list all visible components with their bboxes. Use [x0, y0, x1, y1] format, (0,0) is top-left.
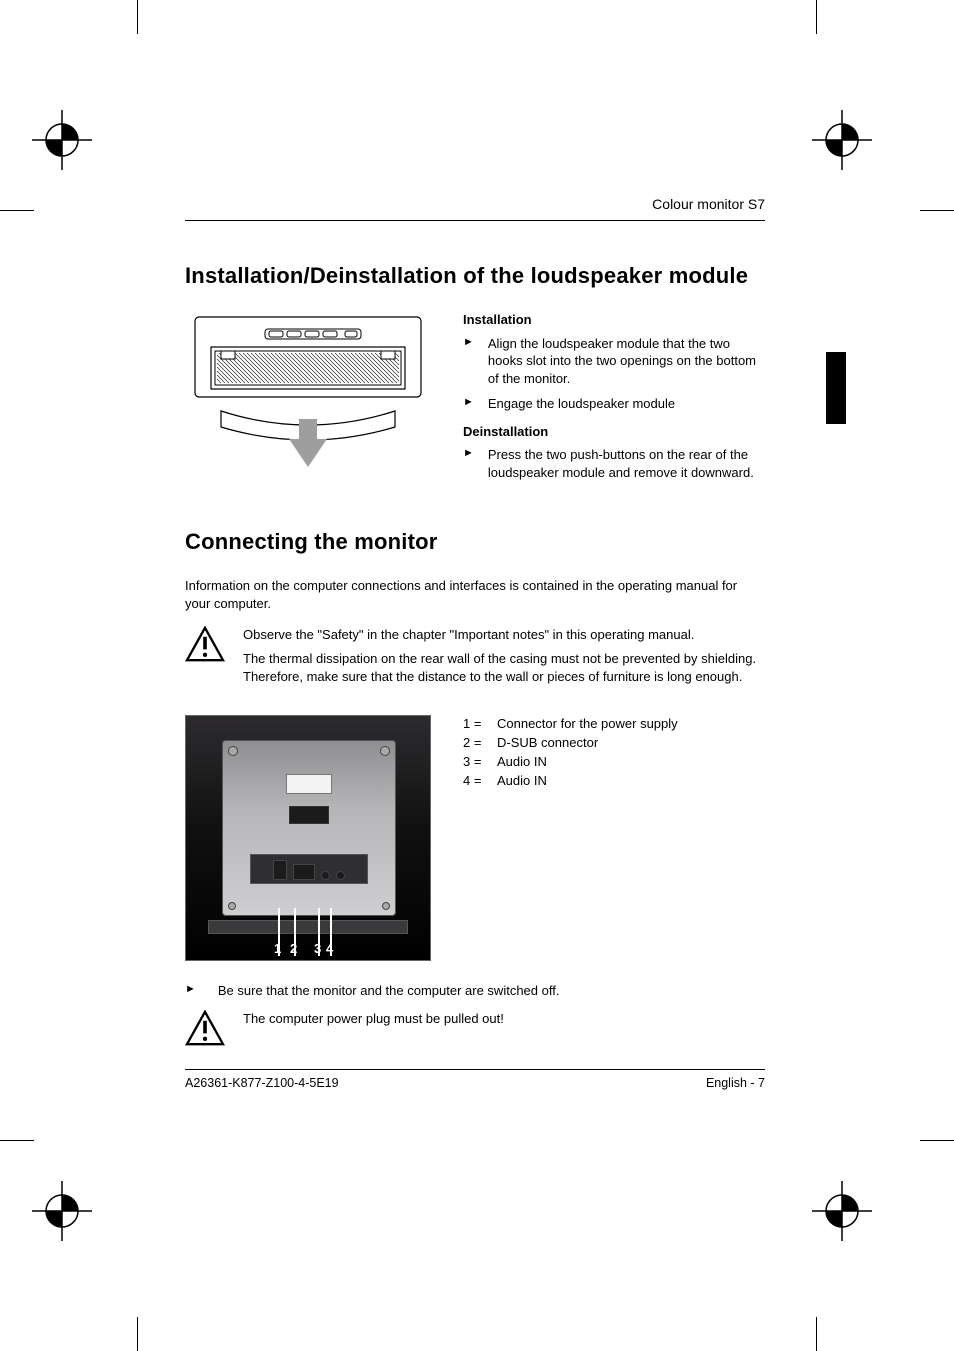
section-title-install: Installation/Deinstallation of the louds… [185, 263, 765, 289]
header-rule [185, 220, 765, 221]
crop-mark [0, 210, 34, 211]
section-title-connect: Connecting the monitor [185, 529, 765, 555]
caution-text-plug: The computer power plug must be pulled o… [243, 1010, 765, 1028]
connect-intro: Information on the computer connections … [185, 577, 765, 612]
step-switch-off: Be sure that the monitor and the compute… [218, 983, 765, 998]
step-marker-icon: ► [185, 983, 196, 995]
callout-2: 2 [290, 941, 297, 956]
footer-doc-number: A26361-K877-Z100-4-5E19 [185, 1076, 339, 1090]
legend-4: Audio IN [497, 772, 765, 791]
caution-icon [185, 1010, 225, 1051]
legend-1: Connector for the power supply [497, 715, 765, 734]
crop-mark [137, 1317, 138, 1351]
install-step-2: Engage the loudspeaker module [488, 395, 765, 413]
step-marker-icon: ► [463, 446, 474, 481]
registration-mark-icon [32, 1181, 92, 1241]
installation-heading: Installation [463, 311, 765, 329]
crop-mark [920, 1140, 954, 1141]
callout-4: 4 [326, 941, 333, 956]
crop-mark [0, 1140, 34, 1141]
registration-mark-icon [812, 1181, 872, 1241]
page-header-model: Colour monitor S7 [185, 196, 765, 212]
deinstall-step-1: Press the two push-buttons on the rear o… [488, 446, 765, 481]
footer-rule [185, 1069, 765, 1070]
caution-text-line1: Observe the "Safety" in the chapter "Imp… [243, 626, 765, 644]
registration-mark-icon [812, 110, 872, 170]
install-step-1: Align the loudspeaker module that the tw… [488, 335, 765, 388]
connector-legend: 1 =Connector for the power supply 2 =D-S… [463, 715, 765, 790]
loudspeaker-install-diagram [185, 311, 431, 476]
deinstallation-heading: Deinstallation [463, 423, 765, 441]
caution-text-line2: The thermal dissipation on the rear wall… [243, 650, 765, 686]
registration-mark-icon [32, 110, 92, 170]
footer-page-number: English - 7 [706, 1076, 765, 1090]
crop-mark [137, 0, 138, 34]
page-edge-tab [826, 352, 846, 424]
legend-2: D-SUB connector [497, 734, 765, 753]
crop-mark [920, 210, 954, 211]
legend-3: Audio IN [497, 753, 765, 772]
monitor-rear-photo: 1 2 3 4 [185, 715, 431, 961]
caution-icon [185, 626, 225, 667]
callout-3: 3 [314, 941, 321, 956]
crop-mark [816, 0, 817, 34]
step-marker-icon: ► [463, 395, 474, 413]
step-marker-icon: ► [463, 335, 474, 388]
callout-1: 1 [274, 941, 281, 956]
crop-mark [816, 1317, 817, 1351]
